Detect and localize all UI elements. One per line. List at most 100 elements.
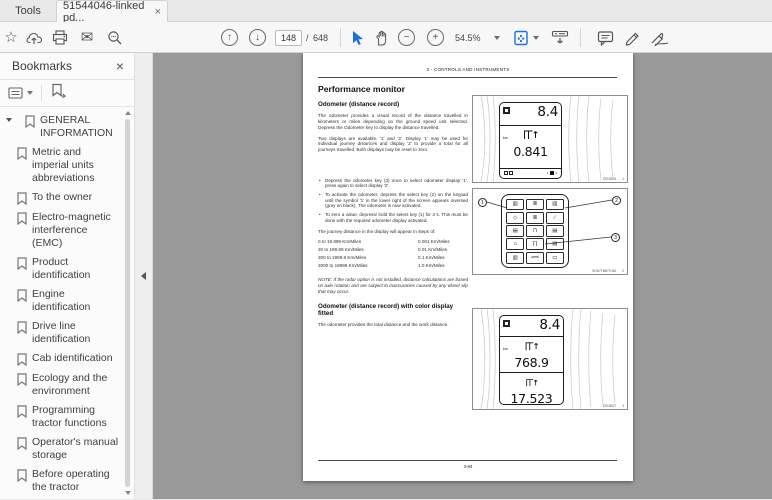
bookmark-icon bbox=[16, 212, 28, 225]
paragraph: The odometer provides a visual record of… bbox=[318, 113, 468, 130]
bookmarks-options-button[interactable] bbox=[8, 86, 33, 100]
range-cell: 0 to 19.999 Km/Miles bbox=[318, 238, 418, 246]
bookmark-icon bbox=[16, 437, 28, 450]
zoom-dropdown-caret[interactable] bbox=[494, 22, 500, 53]
page-display-mode-button[interactable] bbox=[512, 22, 530, 53]
paragraph: Two displays are available, '1' and '2'.… bbox=[318, 136, 468, 153]
bookmarks-panel-title: Bookmarks bbox=[12, 59, 72, 73]
bookmark-item[interactable]: Ecology and the environment bbox=[16, 372, 120, 398]
unit-label: km bbox=[503, 136, 508, 140]
display-mode-icon bbox=[503, 107, 510, 114]
bookmark-item[interactable]: Cab identification bbox=[16, 352, 120, 366]
bookmark-item[interactable]: Programming tractor functions bbox=[16, 404, 120, 430]
bookmark-item-label: Cab identification bbox=[32, 352, 120, 365]
signature-pen-icon bbox=[650, 30, 670, 46]
scroll-down-icon[interactable] bbox=[125, 491, 131, 495]
bookmark-star-button[interactable]: ☆ bbox=[2, 22, 20, 53]
highlight-tool-button[interactable] bbox=[621, 22, 643, 53]
bullet-text: To activate the odometer, depress the se… bbox=[325, 192, 468, 208]
cloud-upload-button[interactable] bbox=[24, 22, 44, 53]
print-button[interactable] bbox=[50, 22, 70, 53]
collapse-panel-icon[interactable] bbox=[141, 272, 146, 280]
bookmark-item[interactable]: Electro-magnetic interference (EMC) bbox=[16, 211, 120, 250]
bookmark-item[interactable]: Operator's manual storage bbox=[16, 436, 120, 462]
show-tools-panel-button[interactable] bbox=[549, 22, 571, 53]
steps-table: 0 to 19.999 Km/Miles 0.001 Km/Miles 20 t… bbox=[318, 238, 468, 270]
bookmark-icon bbox=[16, 192, 28, 205]
bookmarks-close-icon[interactable]: × bbox=[116, 59, 124, 73]
figure-code: SS10B17 bbox=[603, 404, 616, 408]
panel-splitter[interactable] bbox=[135, 53, 153, 499]
page-title: Performance monitor bbox=[318, 84, 405, 94]
zoom-in-button[interactable]: + bbox=[427, 22, 444, 53]
zoom-level-value[interactable]: 54.5% bbox=[455, 22, 481, 53]
scroll-up-icon[interactable] bbox=[125, 111, 131, 115]
email-button[interactable]: ✉ bbox=[77, 22, 97, 53]
tab-document-label: 51544046-linked pd... bbox=[63, 0, 151, 24]
plus-icon: + bbox=[427, 29, 444, 46]
steps-intro: The journey distance in the display will… bbox=[318, 229, 468, 234]
bookmark-item-label: Product identification bbox=[32, 256, 120, 282]
footer-rule bbox=[318, 460, 617, 461]
comment-tool-button[interactable] bbox=[594, 22, 616, 53]
section-heading: Odometer (distance record) bbox=[318, 101, 468, 108]
callout-2: 2 bbox=[612, 196, 621, 205]
page-total: 648 bbox=[313, 22, 328, 53]
bookmark-icon bbox=[16, 257, 28, 270]
page-separator: / bbox=[306, 22, 309, 53]
new-bookmark-button[interactable] bbox=[50, 83, 66, 103]
step-cell: 0.001 Km/Miles bbox=[418, 238, 450, 246]
page-footer: 3-84 bbox=[303, 464, 633, 469]
fill-sign-tool-button[interactable] bbox=[648, 22, 672, 53]
odometer-value: 0.841 bbox=[503, 145, 558, 159]
bookmark-item[interactable]: Engine identification bbox=[16, 288, 120, 314]
bookmark-item[interactable]: Before operating the tractor bbox=[16, 468, 120, 494]
lcd-display: 8.4 km 0.841 bbox=[499, 102, 562, 179]
hand-tool-button[interactable] bbox=[371, 22, 391, 53]
speed-value: 8.4 bbox=[537, 105, 558, 120]
bookmark-item-label: GENERAL INFORMATION bbox=[40, 114, 120, 140]
search-button[interactable] bbox=[105, 22, 125, 53]
range-cell: 20 to 199.99 Km/Miles bbox=[318, 246, 418, 254]
pdf-page: 3 - CONTROLS AND INSTRUMENTS Performance… bbox=[303, 53, 633, 481]
work-distance-value: 17.523 bbox=[503, 392, 560, 406]
tab-tools[interactable]: Tools bbox=[0, 0, 56, 22]
bullet-text: To zero a value, depress/ hold the selec… bbox=[325, 212, 468, 223]
bookmarks-scrollbar[interactable] bbox=[123, 109, 133, 497]
scrollbar-thumb[interactable] bbox=[125, 119, 130, 487]
table-row: 20 to 199.99 Km/Miles 0.01 Km/Miles bbox=[318, 246, 468, 254]
section-heading: Odometer (distance record) with color di… bbox=[318, 303, 468, 318]
previous-page-button[interactable]: ↑ bbox=[221, 22, 238, 53]
next-page-button[interactable]: ↓ bbox=[249, 22, 266, 53]
tab-document[interactable]: 51544046-linked pd... × bbox=[56, 0, 168, 22]
tab-close-icon[interactable]: × bbox=[155, 6, 161, 18]
document-viewer[interactable]: 3 - CONTROLS AND INSTRUMENTS Performance… bbox=[153, 53, 772, 499]
indicator-1: 1 bbox=[547, 171, 549, 175]
bookmark-item[interactable]: Drive line identification bbox=[16, 320, 120, 346]
journey-icon bbox=[524, 341, 540, 351]
printer-icon bbox=[52, 30, 68, 45]
bookmark-item[interactable]: Product identification bbox=[16, 256, 120, 282]
select-tool-button[interactable] bbox=[348, 22, 366, 53]
bookmark-item-label: Operator's manual storage bbox=[32, 436, 120, 462]
toolbar-expand-icon bbox=[551, 30, 569, 46]
arrow-up-icon: ↑ bbox=[221, 29, 238, 46]
page-number-input[interactable]: 148 bbox=[275, 22, 302, 53]
journey-icon bbox=[523, 129, 539, 140]
header-rule bbox=[318, 77, 617, 78]
bookmark-icon bbox=[16, 321, 28, 334]
bookmark-item[interactable]: To the owner bbox=[16, 191, 120, 205]
toolbar-divider bbox=[580, 28, 581, 47]
chevron-down-icon[interactable] bbox=[6, 118, 16, 122]
page-display-caret[interactable] bbox=[533, 22, 539, 53]
bookmark-item[interactable]: GENERAL INFORMATION bbox=[6, 114, 120, 140]
bookmark-icon bbox=[16, 405, 28, 418]
bookmark-item-label: Drive line identification bbox=[32, 320, 120, 346]
bookmark-item[interactable]: Metric and imperial units abbreviations bbox=[16, 146, 120, 185]
figure-odometer-display: 8.4 km 0.841 bbox=[472, 95, 628, 183]
bullet-text: Depress the odometer key (3) once to sel… bbox=[325, 178, 468, 189]
minus-icon: − bbox=[398, 29, 415, 46]
zoom-out-button[interactable]: − bbox=[398, 22, 415, 53]
figure-number: 1 bbox=[622, 177, 624, 181]
bookmark-icon bbox=[16, 289, 28, 302]
